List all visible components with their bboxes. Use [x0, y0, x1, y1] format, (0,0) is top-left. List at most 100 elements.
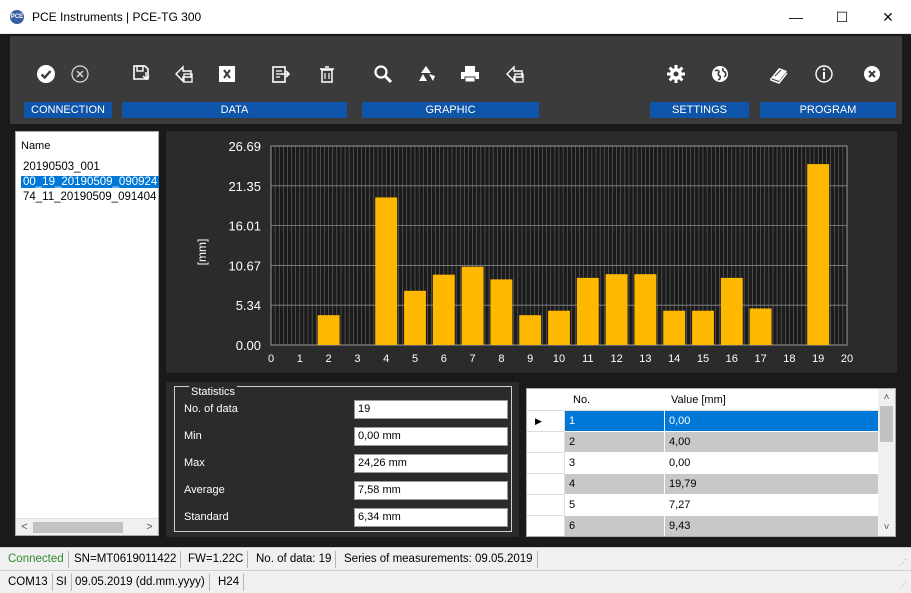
cell-number[interactable]: 4: [565, 474, 665, 495]
stat-label-count: No. of data: [184, 403, 238, 415]
row-header[interactable]: [527, 432, 565, 453]
file-item[interactable]: 20190503_001: [21, 161, 102, 173]
x-tick-label: 20: [841, 353, 853, 365]
serial-number: SN=MT0619011422: [70, 551, 182, 568]
cell-number[interactable]: 6: [565, 516, 665, 536]
scroll-down-icon[interactable]: ˅: [878, 519, 895, 536]
firmware-version: FW=1.22C: [184, 551, 249, 568]
export-data-icon: [175, 65, 193, 83]
table-row[interactable]: 4 19,79: [527, 474, 880, 495]
x-tick-label: 13: [639, 353, 651, 365]
table-row[interactable]: 5 7,27: [527, 495, 880, 516]
maximize-button[interactable]: ☐: [819, 0, 865, 34]
info-icon: [815, 65, 833, 83]
table-scrollbar[interactable]: ˄ ˅: [878, 389, 895, 536]
chart-bar: [749, 308, 772, 345]
chart-bar: [375, 197, 398, 345]
cell-number[interactable]: 3: [565, 453, 665, 474]
file-item[interactable]: 74_11_20190509_091404: [21, 191, 158, 203]
stat-value-min: 0,00 mm: [354, 427, 508, 446]
row-header[interactable]: [527, 495, 565, 516]
connect-icon: [37, 65, 55, 83]
export-data-button[interactable]: [167, 57, 201, 91]
cell-value[interactable]: 4,00: [665, 432, 880, 453]
disconnect-icon: [71, 65, 89, 83]
y-tick-label: 0.00: [236, 338, 261, 353]
stat-label-average: Average: [184, 484, 225, 496]
file-item-selected[interactable]: 00_19_20190509_090924: [21, 176, 160, 188]
connect-button[interactable]: [29, 57, 63, 91]
y-tick-label: 5.34: [236, 298, 261, 313]
resize-grip-icon[interactable]: ⋰: [899, 558, 907, 567]
settings-button[interactable]: [659, 57, 693, 91]
column-header-no[interactable]: No.: [565, 389, 665, 411]
chart-bar: [605, 274, 628, 345]
table-row[interactable]: 2 4,00: [527, 432, 880, 453]
x-tick-label: 9: [527, 353, 533, 365]
close-window-button[interactable]: ✕: [865, 0, 911, 34]
values-table[interactable]: No. Value [mm] ▶ 1 0,00 2 4,00 3 0,00 4 19,79 5 7,…: [526, 388, 896, 537]
resize-grip-icon[interactable]: ⋰: [899, 581, 907, 590]
table-row[interactable]: ▶ 1 0,00: [527, 411, 880, 432]
x-tick-label: 0: [268, 353, 274, 365]
scroll-left-icon[interactable]: <: [16, 519, 33, 536]
export-excel-button[interactable]: [210, 57, 244, 91]
y-tick-label: 10.67: [228, 258, 261, 273]
exit-button[interactable]: [855, 57, 889, 91]
chart-svg: [mm] 0.005.3410.6716.0121.3526.690 1 2 3 4 5 6…: [166, 131, 897, 373]
row-header-column: [527, 389, 565, 411]
stat-label-min: Min: [184, 430, 202, 442]
row-header[interactable]: ▶: [527, 411, 565, 432]
x-tick-label: 2: [326, 353, 332, 365]
cell-value[interactable]: 0,00: [665, 453, 880, 474]
info-button[interactable]: [807, 57, 841, 91]
cell-number[interactable]: 2: [565, 432, 665, 453]
chart-bar: [548, 310, 570, 345]
chart-bar: [317, 315, 340, 345]
x-tick-label: 1: [297, 353, 303, 365]
import-data-button[interactable]: [264, 57, 298, 91]
scroll-right-icon[interactable]: >: [141, 519, 158, 536]
disconnect-button[interactable]: [63, 57, 97, 91]
stat-value-max: 24,26 mm: [354, 454, 508, 473]
export-graphic-button[interactable]: [498, 57, 532, 91]
delete-icon: [320, 66, 334, 83]
group-label-data: DATA: [122, 102, 347, 118]
row-header[interactable]: [527, 516, 565, 536]
unit-system: SI: [52, 574, 72, 591]
cell-value[interactable]: 7,27: [665, 495, 880, 516]
manual-button[interactable]: [762, 57, 796, 91]
cell-value[interactable]: 19,79: [665, 474, 880, 495]
row-header[interactable]: [527, 474, 565, 495]
y-tick-label: 16.01: [228, 219, 261, 234]
scrollbar-thumb[interactable]: [33, 522, 123, 533]
series-date: Series of measurements: 09.05.2019: [340, 551, 538, 568]
zoom-button[interactable]: [366, 57, 400, 91]
save-data-button[interactable]: [124, 57, 158, 91]
table-row[interactable]: 6 9,43: [527, 516, 880, 536]
chart-bar: [461, 266, 484, 345]
scrollbar-thumb[interactable]: [880, 406, 893, 442]
refresh-button[interactable]: [409, 57, 443, 91]
window-title: PCE Instruments | PCE-TG 300: [32, 10, 202, 24]
cell-value[interactable]: 9,43: [665, 516, 880, 536]
cell-value[interactable]: 0,00: [665, 411, 880, 432]
file-list[interactable]: Name 20190503_001 00_19_20190509_090924 …: [15, 131, 160, 536]
row-header[interactable]: [527, 453, 565, 474]
table-row[interactable]: 3 0,00: [527, 453, 880, 474]
measurement-chart: [mm] 0.00 5.34 10.67 16.01 21.35 26.69 0 1 2 3 4 5 6…: [166, 131, 897, 373]
scroll-up-icon[interactable]: ˄: [878, 389, 895, 406]
x-tick-label: 5: [412, 353, 418, 365]
language-button[interactable]: [703, 57, 737, 91]
x-tick-label: 7: [470, 353, 476, 365]
cell-number[interactable]: 5: [565, 495, 665, 516]
delete-button[interactable]: [310, 57, 344, 91]
column-header-value[interactable]: Value [mm]: [665, 389, 880, 411]
group-label-settings: SETTINGS: [650, 102, 749, 118]
exit-icon: [864, 66, 880, 82]
file-list-scrollbar[interactable]: < >: [16, 518, 158, 535]
minimize-button[interactable]: —: [773, 0, 819, 34]
cell-number[interactable]: 1: [565, 411, 665, 432]
export-excel-icon: [219, 66, 235, 82]
print-button[interactable]: [453, 57, 487, 91]
